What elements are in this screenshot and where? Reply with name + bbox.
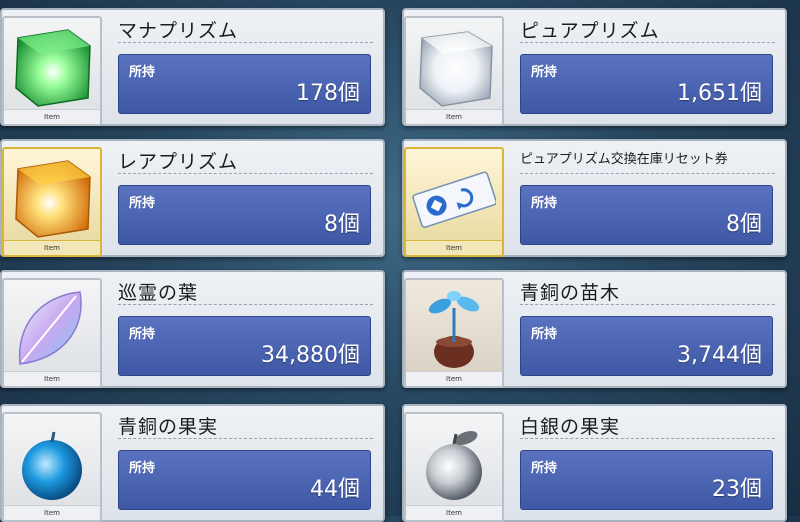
owned-count: 178個 bbox=[296, 81, 360, 106]
owned-count: 44個 bbox=[310, 477, 360, 502]
owned-count-box: 所持 178個 bbox=[118, 54, 371, 114]
owned-count-box: 所持 3,744個 bbox=[520, 316, 773, 376]
item-card-spirit-leaf[interactable]: Item 巡霊の葉 所持 34,880個 bbox=[0, 270, 385, 388]
item-name: マナプリズム bbox=[118, 16, 373, 43]
item-name: 巡霊の葉 bbox=[118, 278, 373, 305]
owned-count: 3,744個 bbox=[677, 343, 762, 368]
thumb-label: Item bbox=[406, 240, 502, 255]
owned-label: 所持 bbox=[129, 196, 156, 211]
owned-label: 所持 bbox=[531, 461, 558, 476]
item-card-reset-ticket[interactable]: Item ピュアプリズム交換在庫リセット券 所持 8個 bbox=[402, 139, 787, 257]
item-thumbnail: Item bbox=[2, 412, 102, 522]
gold-prism-cube-icon bbox=[15, 160, 91, 238]
green-prism-cube-icon bbox=[15, 29, 91, 107]
item-card-rare-prism[interactable]: Item レアプリズム 所持 8個 bbox=[0, 139, 385, 257]
owned-count-box: 所持 34,880個 bbox=[118, 316, 371, 376]
owned-count: 1,651個 bbox=[677, 81, 762, 106]
owned-label: 所持 bbox=[531, 196, 558, 211]
item-thumbnail: Item bbox=[404, 412, 504, 522]
bronze-fruit-icon bbox=[22, 431, 82, 500]
owned-label: 所持 bbox=[531, 65, 558, 80]
owned-count-box: 所持 23個 bbox=[520, 450, 773, 510]
item-name: ピュアプリズム bbox=[520, 16, 775, 43]
thumb-label: Item bbox=[406, 109, 502, 124]
white-prism-cube-icon bbox=[419, 31, 493, 107]
owned-count-box: 所持 1,651個 bbox=[520, 54, 773, 114]
owned-count-box: 所持 8個 bbox=[118, 185, 371, 245]
item-thumbnail: Item bbox=[2, 147, 102, 257]
thumb-label: Item bbox=[406, 371, 502, 386]
owned-label: 所持 bbox=[531, 327, 558, 342]
silver-fruit-icon bbox=[426, 431, 482, 500]
item-name: 白銀の果実 bbox=[520, 412, 775, 439]
item-name: レアプリズム bbox=[118, 147, 373, 174]
item-thumbnail: Item bbox=[404, 16, 504, 126]
thumb-label: Item bbox=[406, 505, 502, 520]
owned-label: 所持 bbox=[129, 65, 156, 80]
item-card-silver-fruit[interactable]: Item 白銀の果実 所持 23個 bbox=[402, 404, 787, 522]
thumb-label: Item bbox=[4, 505, 100, 520]
owned-count-box: 所持 8個 bbox=[520, 185, 773, 245]
item-name: 青銅の果実 bbox=[118, 412, 373, 439]
item-thumbnail: Item bbox=[404, 278, 504, 388]
thumb-label: Item bbox=[4, 240, 100, 255]
item-card-bronze-fruit[interactable]: Item 青銅の果実 所持 44個 bbox=[0, 404, 385, 522]
spirit-leaf-icon bbox=[18, 291, 82, 365]
owned-count: 8個 bbox=[324, 212, 360, 237]
item-card-mana-prism[interactable]: Item マナプリズム 所持 178個 bbox=[0, 8, 385, 126]
owned-count: 23個 bbox=[712, 477, 762, 502]
owned-label: 所持 bbox=[129, 327, 156, 342]
owned-label: 所持 bbox=[129, 461, 156, 476]
item-card-bronze-sapling[interactable]: Item 青銅の苗木 所持 3,744個 bbox=[402, 270, 787, 388]
item-thumbnail: Item bbox=[404, 147, 504, 257]
item-card-pure-prism[interactable]: Item ピュアプリズム 所持 1,651個 bbox=[402, 8, 787, 126]
thumb-label: Item bbox=[4, 109, 100, 124]
bronze-sapling-icon bbox=[428, 291, 480, 368]
item-name: ピュアプリズム交換在庫リセット券 bbox=[520, 147, 775, 174]
owned-count: 34,880個 bbox=[261, 343, 360, 368]
item-thumbnail: Item bbox=[2, 278, 102, 388]
thumb-label: Item bbox=[4, 371, 100, 386]
item-name: 青銅の苗木 bbox=[520, 278, 775, 305]
reset-ticket-icon bbox=[412, 171, 496, 228]
item-thumbnail: Item bbox=[2, 16, 102, 126]
owned-count-box: 所持 44個 bbox=[118, 450, 371, 510]
owned-count: 8個 bbox=[726, 212, 762, 237]
